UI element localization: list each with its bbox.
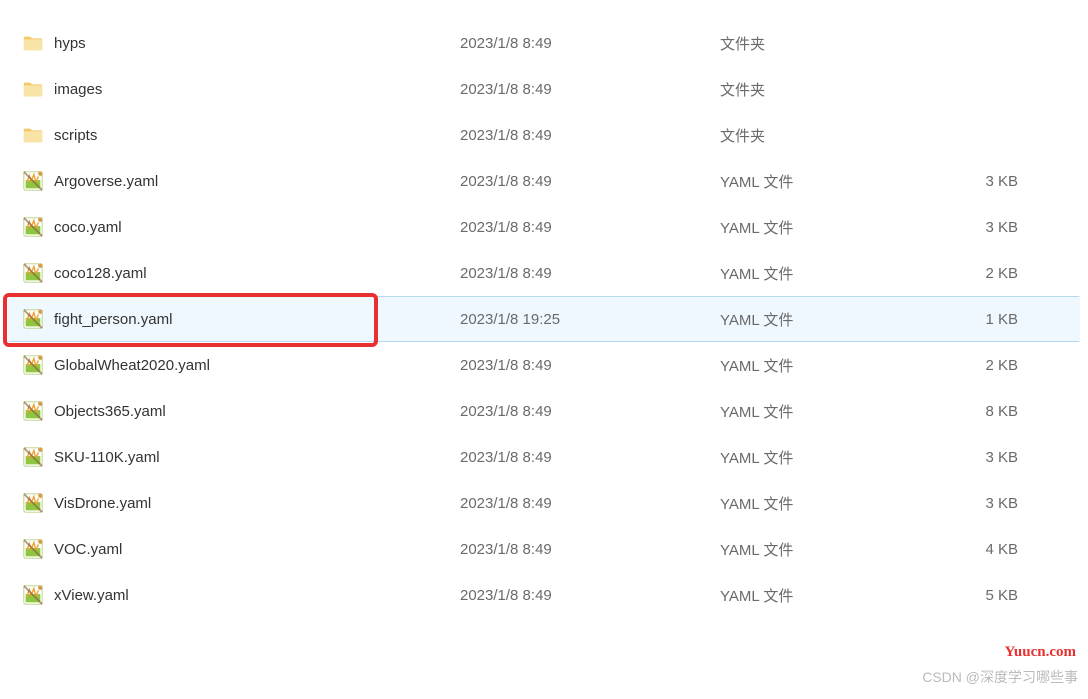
file-name: GlobalWheat2020.yaml <box>54 357 210 374</box>
file-row[interactable]: xView.yaml 2023/1/8 8:49YAML 文件5 KB <box>8 572 1080 618</box>
file-name: coco128.yaml <box>54 265 147 282</box>
col-size: 3 KB <box>960 449 1078 466</box>
col-size: 8 KB <box>960 403 1078 420</box>
file-name: hyps <box>54 35 86 52</box>
file-name: Argoverse.yaml <box>54 173 158 190</box>
yaml-file-icon <box>22 216 44 238</box>
watermark-credit: CSDN @深度学习哪些事 <box>922 667 1078 687</box>
yaml-file-icon <box>22 400 44 422</box>
col-name: hyps <box>10 32 460 54</box>
col-name: Argoverse.yaml <box>10 170 460 192</box>
col-date: 2023/1/8 8:49 <box>460 357 720 374</box>
col-name: SKU-110K.yaml <box>10 446 460 468</box>
file-row[interactable]: images 2023/1/8 8:49文件夹 <box>8 66 1080 112</box>
file-row[interactable]: scripts 2023/1/8 8:49文件夹 <box>8 112 1080 158</box>
col-type: YAML 文件 <box>720 539 960 560</box>
watermark-site: Yuucn.com <box>1004 644 1076 661</box>
col-type: YAML 文件 <box>720 447 960 468</box>
col-name: images <box>10 78 460 100</box>
col-size: 3 KB <box>960 219 1078 236</box>
col-type: YAML 文件 <box>720 493 960 514</box>
file-row[interactable]: hyps 2023/1/8 8:49文件夹 <box>8 20 1080 66</box>
col-type: YAML 文件 <box>720 309 960 330</box>
col-date: 2023/1/8 8:49 <box>460 265 720 282</box>
folder-icon <box>22 32 44 54</box>
col-date: 2023/1/8 8:49 <box>460 495 720 512</box>
col-date: 2023/1/8 8:49 <box>460 449 720 466</box>
file-name: SKU-110K.yaml <box>54 449 160 466</box>
file-list: hyps2023/1/8 8:49文件夹images2023/1/8 8:49文… <box>0 0 1088 618</box>
file-name: xView.yaml <box>54 587 129 604</box>
col-name: coco.yaml <box>10 216 460 238</box>
col-name: VOC.yaml <box>10 538 460 560</box>
col-name: VisDrone.yaml <box>10 492 460 514</box>
col-type: 文件夹 <box>720 125 960 146</box>
folder-icon <box>22 78 44 100</box>
col-type: 文件夹 <box>720 79 960 100</box>
file-row[interactable]: Argoverse.yaml 2023/1/8 8:49YAML 文件3 KB <box>8 158 1080 204</box>
file-row[interactable]: Objects365.yaml 2023/1/8 8:49YAML 文件8 KB <box>8 388 1080 434</box>
col-type: 文件夹 <box>720 33 960 54</box>
file-name: scripts <box>54 127 97 144</box>
file-row[interactable]: VisDrone.yaml 2023/1/8 8:49YAML 文件3 KB <box>8 480 1080 526</box>
col-size: 2 KB <box>960 265 1078 282</box>
yaml-file-icon <box>22 354 44 376</box>
col-date: 2023/1/8 8:49 <box>460 403 720 420</box>
col-date: 2023/1/8 19:25 <box>460 311 720 328</box>
col-size: 3 KB <box>960 173 1078 190</box>
col-date: 2023/1/8 8:49 <box>460 587 720 604</box>
col-type: YAML 文件 <box>720 401 960 422</box>
col-date: 2023/1/8 8:49 <box>460 81 720 98</box>
file-name: VisDrone.yaml <box>54 495 151 512</box>
yaml-file-icon <box>22 446 44 468</box>
col-name: coco128.yaml <box>10 262 460 284</box>
col-size: 5 KB <box>960 587 1078 604</box>
file-name: coco.yaml <box>54 219 122 236</box>
file-name: fight_person.yaml <box>54 311 172 328</box>
col-type: YAML 文件 <box>720 355 960 376</box>
col-size: 2 KB <box>960 357 1078 374</box>
file-row[interactable]: GlobalWheat2020.yaml 2023/1/8 8:49YAML 文件… <box>8 342 1080 388</box>
col-size: 3 KB <box>960 495 1078 512</box>
col-name: fight_person.yaml <box>10 308 460 330</box>
col-date: 2023/1/8 8:49 <box>460 35 720 52</box>
yaml-file-icon <box>22 584 44 606</box>
col-name: GlobalWheat2020.yaml <box>10 354 460 376</box>
yaml-file-icon <box>22 492 44 514</box>
folder-icon <box>22 124 44 146</box>
col-date: 2023/1/8 8:49 <box>460 219 720 236</box>
col-name: xView.yaml <box>10 584 460 606</box>
file-name: VOC.yaml <box>54 541 122 558</box>
yaml-file-icon <box>22 170 44 192</box>
col-date: 2023/1/8 8:49 <box>460 173 720 190</box>
file-name: Objects365.yaml <box>54 403 166 420</box>
yaml-file-icon <box>22 538 44 560</box>
col-date: 2023/1/8 8:49 <box>460 127 720 144</box>
file-row[interactable]: coco128.yaml 2023/1/8 8:49YAML 文件2 KB <box>8 250 1080 296</box>
col-type: YAML 文件 <box>720 217 960 238</box>
file-row[interactable]: SKU-110K.yaml 2023/1/8 8:49YAML 文件3 KB <box>8 434 1080 480</box>
yaml-file-icon <box>22 262 44 284</box>
col-type: YAML 文件 <box>720 585 960 606</box>
file-row[interactable]: VOC.yaml 2023/1/8 8:49YAML 文件4 KB <box>8 526 1080 572</box>
col-type: YAML 文件 <box>720 171 960 192</box>
col-type: YAML 文件 <box>720 263 960 284</box>
yaml-file-icon <box>22 308 44 330</box>
file-name: images <box>54 81 102 98</box>
col-name: scripts <box>10 124 460 146</box>
file-row[interactable]: fight_person.yaml 2023/1/8 19:25YAML 文件1 … <box>8 296 1080 342</box>
col-name: Objects365.yaml <box>10 400 460 422</box>
file-row[interactable]: coco.yaml 2023/1/8 8:49YAML 文件3 KB <box>8 204 1080 250</box>
col-size: 4 KB <box>960 541 1078 558</box>
col-size: 1 KB <box>960 311 1078 328</box>
col-date: 2023/1/8 8:49 <box>460 541 720 558</box>
